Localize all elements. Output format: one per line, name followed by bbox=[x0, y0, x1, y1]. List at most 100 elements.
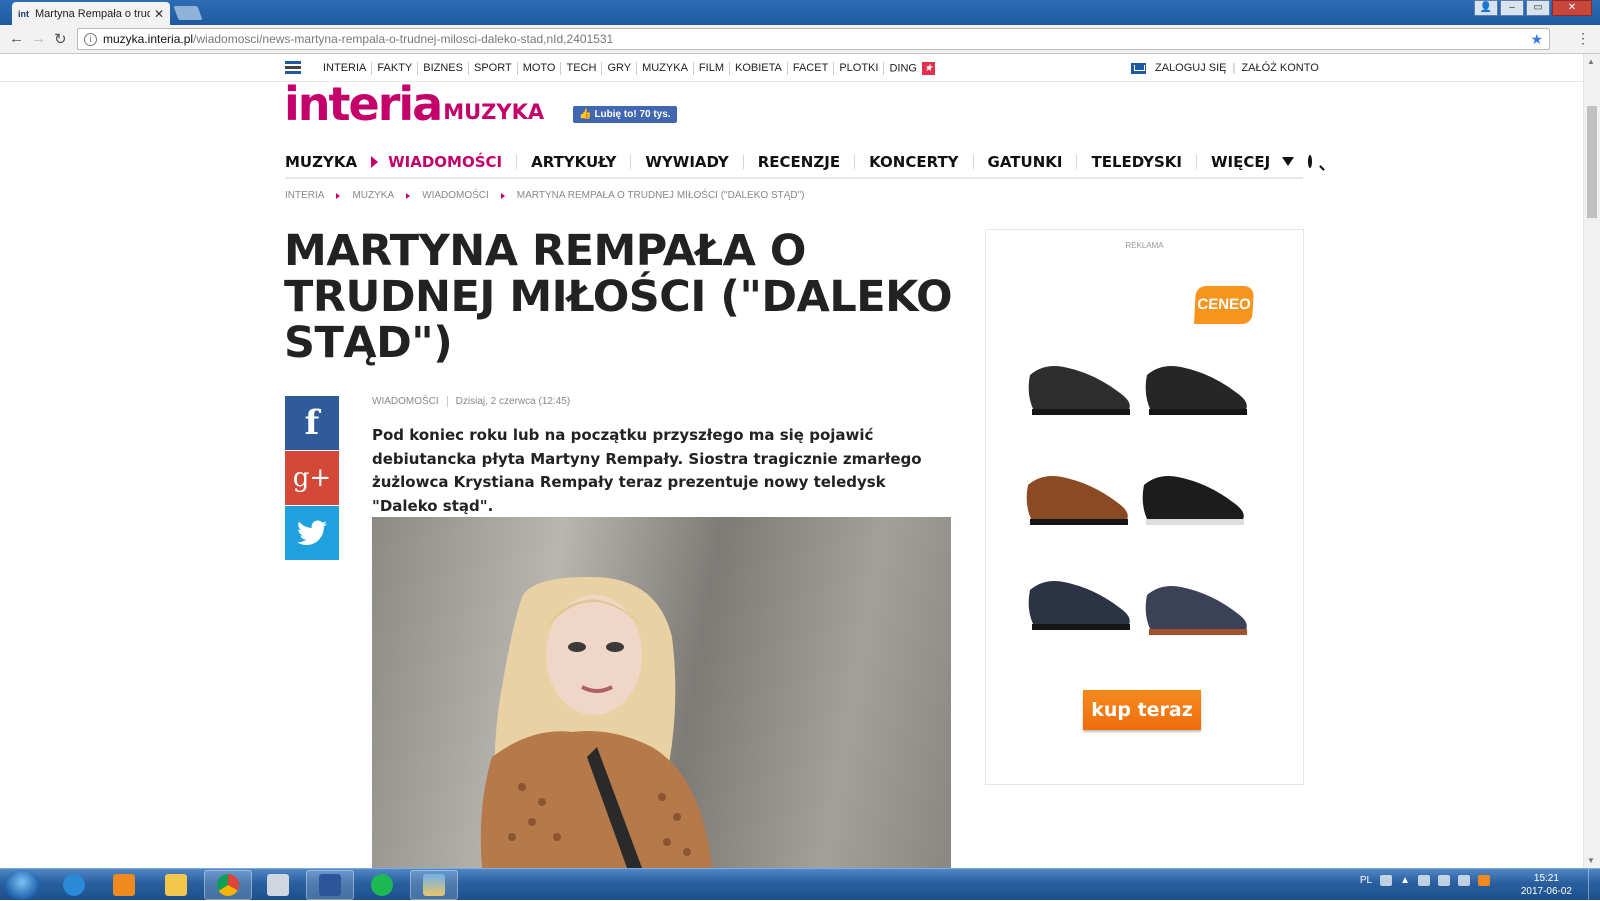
nav-item-wiecej[interactable]: WIĘCEJ bbox=[1197, 154, 1308, 169]
taskbar-word[interactable] bbox=[306, 870, 354, 900]
start-button[interactable] bbox=[4, 870, 40, 900]
share-twitter-button[interactable] bbox=[285, 506, 339, 560]
logo-section: MUZYKA bbox=[443, 100, 545, 124]
nav-item-gatunki[interactable]: GATUNKI bbox=[974, 154, 1078, 169]
advertisement[interactable]: REKLAMA CENEO kup teraz bbox=[985, 229, 1304, 785]
network-icon[interactable] bbox=[1438, 875, 1450, 886]
favicon-icon: int bbox=[18, 8, 29, 19]
address-bar[interactable]: i muzyka.interia.pl/wiadomosci/news-mart… bbox=[77, 28, 1550, 50]
facebook-like-button[interactable]: 👍 Lubię to! 70 tys. bbox=[573, 106, 677, 123]
login-link[interactable]: ZALOGUJ SIĘ bbox=[1155, 62, 1227, 74]
article-category[interactable]: WIADOMOŚCI bbox=[372, 396, 439, 407]
browser-tab[interactable]: int Martyna Rempała o trud ✕ bbox=[12, 2, 170, 25]
portal-link-interia[interactable]: INTERIA bbox=[318, 62, 373, 75]
shoe-image bbox=[1028, 581, 1130, 630]
shoe-body bbox=[1145, 586, 1247, 631]
browser-menu-icon[interactable]: ⋮ bbox=[1576, 30, 1590, 47]
portal-link-moto[interactable]: MOTO bbox=[518, 62, 562, 75]
keyboard-icon[interactable] bbox=[1380, 875, 1393, 886]
portal-link-sport[interactable]: SPORT bbox=[469, 62, 518, 75]
article-photo[interactable] bbox=[372, 517, 951, 868]
portal-link-facet[interactable]: FACET bbox=[788, 62, 835, 75]
taskbar-chrome[interactable] bbox=[204, 870, 252, 900]
action-center-flag-icon[interactable] bbox=[1418, 875, 1430, 886]
portal-link-fakty[interactable]: FAKTY bbox=[372, 62, 419, 75]
hamburger-menu-icon[interactable] bbox=[285, 61, 301, 76]
portal-link-gry[interactable]: GRY bbox=[602, 62, 638, 75]
volume-icon[interactable] bbox=[1458, 875, 1470, 886]
portal-link-kobieta[interactable]: KOBIETA bbox=[730, 62, 788, 75]
shoe-body bbox=[1028, 581, 1130, 626]
taskbar-spotify[interactable] bbox=[358, 870, 406, 900]
share-facebook-button[interactable]: f bbox=[285, 396, 339, 450]
new-tab-button[interactable] bbox=[173, 6, 203, 20]
scroll-up-icon[interactable]: ▲ bbox=[1587, 57, 1595, 66]
facebook-icon: f bbox=[304, 403, 320, 443]
maximize-button[interactable]: ▭ bbox=[1526, 0, 1550, 16]
clock-date: 2017-06-02 bbox=[1520, 886, 1572, 897]
taskbar-ie[interactable] bbox=[50, 870, 98, 900]
portal-link-muzyka[interactable]: MUZYKA bbox=[637, 62, 694, 75]
reload-icon[interactable]: ↻ bbox=[54, 30, 67, 48]
photo-viewer-icon bbox=[423, 874, 445, 896]
folder-icon bbox=[165, 874, 187, 896]
article-lead: Pod koniec roku lub na początku przyszłe… bbox=[372, 426, 922, 515]
portal-link-ding: DING bbox=[889, 62, 917, 75]
search-icon[interactable] bbox=[1308, 155, 1313, 168]
tray-expand-icon[interactable]: ▲ bbox=[1400, 875, 1410, 886]
share-googleplus-button[interactable]: g+ bbox=[285, 451, 339, 505]
portal-link-tech[interactable]: TECH bbox=[561, 62, 603, 75]
minimize-button[interactable]: – bbox=[1500, 0, 1524, 16]
forward-icon[interactable]: → bbox=[31, 30, 46, 47]
shoe-image bbox=[1142, 476, 1244, 525]
fb-like-label: Lubię to! 70 tys. bbox=[594, 109, 671, 120]
portal-link-ding-wrap[interactable]: DING ★ bbox=[884, 62, 940, 75]
ad-label: REKLAMA bbox=[1125, 241, 1164, 250]
nav-home[interactable]: MUZYKA bbox=[285, 153, 357, 171]
nav-item-wiadomosci[interactable]: WIADOMOŚCI bbox=[388, 154, 518, 169]
taskbar-printer[interactable] bbox=[254, 870, 302, 900]
shoe-body bbox=[1142, 476, 1244, 521]
avast-icon[interactable] bbox=[1478, 875, 1490, 886]
tab-close-icon[interactable]: ✕ bbox=[154, 7, 164, 21]
article-title: MARTYNA REMPAŁA O TRUDNEJ MIŁOŚCI ("DALE… bbox=[284, 226, 953, 368]
portal-link-film[interactable]: FILM bbox=[694, 62, 730, 75]
chrome-icon bbox=[217, 874, 239, 896]
site-logo[interactable]: interia MUZYKA bbox=[284, 81, 545, 127]
clock-time: 15:21 bbox=[1533, 873, 1559, 884]
browser-toolbar: ← → ↻ i muzyka.interia.pl/wiadomosci/new… bbox=[0, 25, 1600, 54]
register-link[interactable]: ZAŁÓŻ KONTO bbox=[1241, 62, 1318, 74]
portal-link-plotki[interactable]: PLOTKI bbox=[834, 62, 885, 75]
show-desktop-button[interactable] bbox=[1588, 869, 1600, 901]
nav-item-recenzje[interactable]: RECENZJE bbox=[744, 154, 856, 169]
scrollbar-thumb[interactable] bbox=[1587, 106, 1597, 218]
nav-item-teledyski[interactable]: TELEDYSKI bbox=[1077, 154, 1197, 169]
site-info-icon[interactable]: i bbox=[84, 32, 97, 46]
account-icon[interactable]: 👤 bbox=[1474, 0, 1498, 16]
taskbar-media-player[interactable] bbox=[100, 870, 148, 900]
nav-item-wywiady[interactable]: WYWIADY bbox=[631, 154, 744, 169]
shoe-image bbox=[1145, 366, 1247, 415]
back-icon[interactable]: ← bbox=[9, 30, 24, 47]
printer-icon bbox=[267, 874, 289, 896]
breadcrumb-wiadomosci[interactable]: WIADOMOŚCI bbox=[422, 190, 489, 201]
breadcrumb-interia[interactable]: INTERIA bbox=[285, 190, 324, 201]
ceneo-logo: CENEO bbox=[1194, 286, 1254, 324]
scroll-down-icon[interactable]: ▼ bbox=[1587, 856, 1595, 865]
windows-taskbar: PL ▲ 15:21 2017-06-02 bbox=[0, 868, 1600, 901]
close-window-button[interactable]: ✕ bbox=[1552, 0, 1592, 16]
nav-item-koncerty[interactable]: KONCERTY bbox=[855, 154, 974, 169]
main-navigation: MUZYKA WIADOMOŚCI ARTYKUŁY WYWIADY RECEN… bbox=[285, 146, 1313, 179]
bookmark-star-icon[interactable]: ★ bbox=[1530, 31, 1543, 48]
portal-link-biznes[interactable]: BIZNES bbox=[418, 62, 469, 75]
taskbar-explorer[interactable] bbox=[152, 870, 200, 900]
nav-item-artykuly[interactable]: ARTYKUŁY bbox=[517, 154, 632, 169]
buy-now-button[interactable]: kup teraz bbox=[1083, 690, 1201, 730]
language-indicator[interactable]: PL bbox=[1360, 875, 1372, 886]
taskbar-clock[interactable]: 15:21 2017-06-02 bbox=[1521, 872, 1572, 898]
taskbar-photo-viewer[interactable] bbox=[410, 870, 458, 900]
breadcrumb-muzyka[interactable]: MUZYKA bbox=[352, 190, 394, 201]
nav-arrow-icon bbox=[371, 155, 379, 168]
page-scrollbar[interactable]: ▲ ▼ bbox=[1583, 54, 1600, 868]
shoe-body bbox=[1026, 476, 1128, 521]
